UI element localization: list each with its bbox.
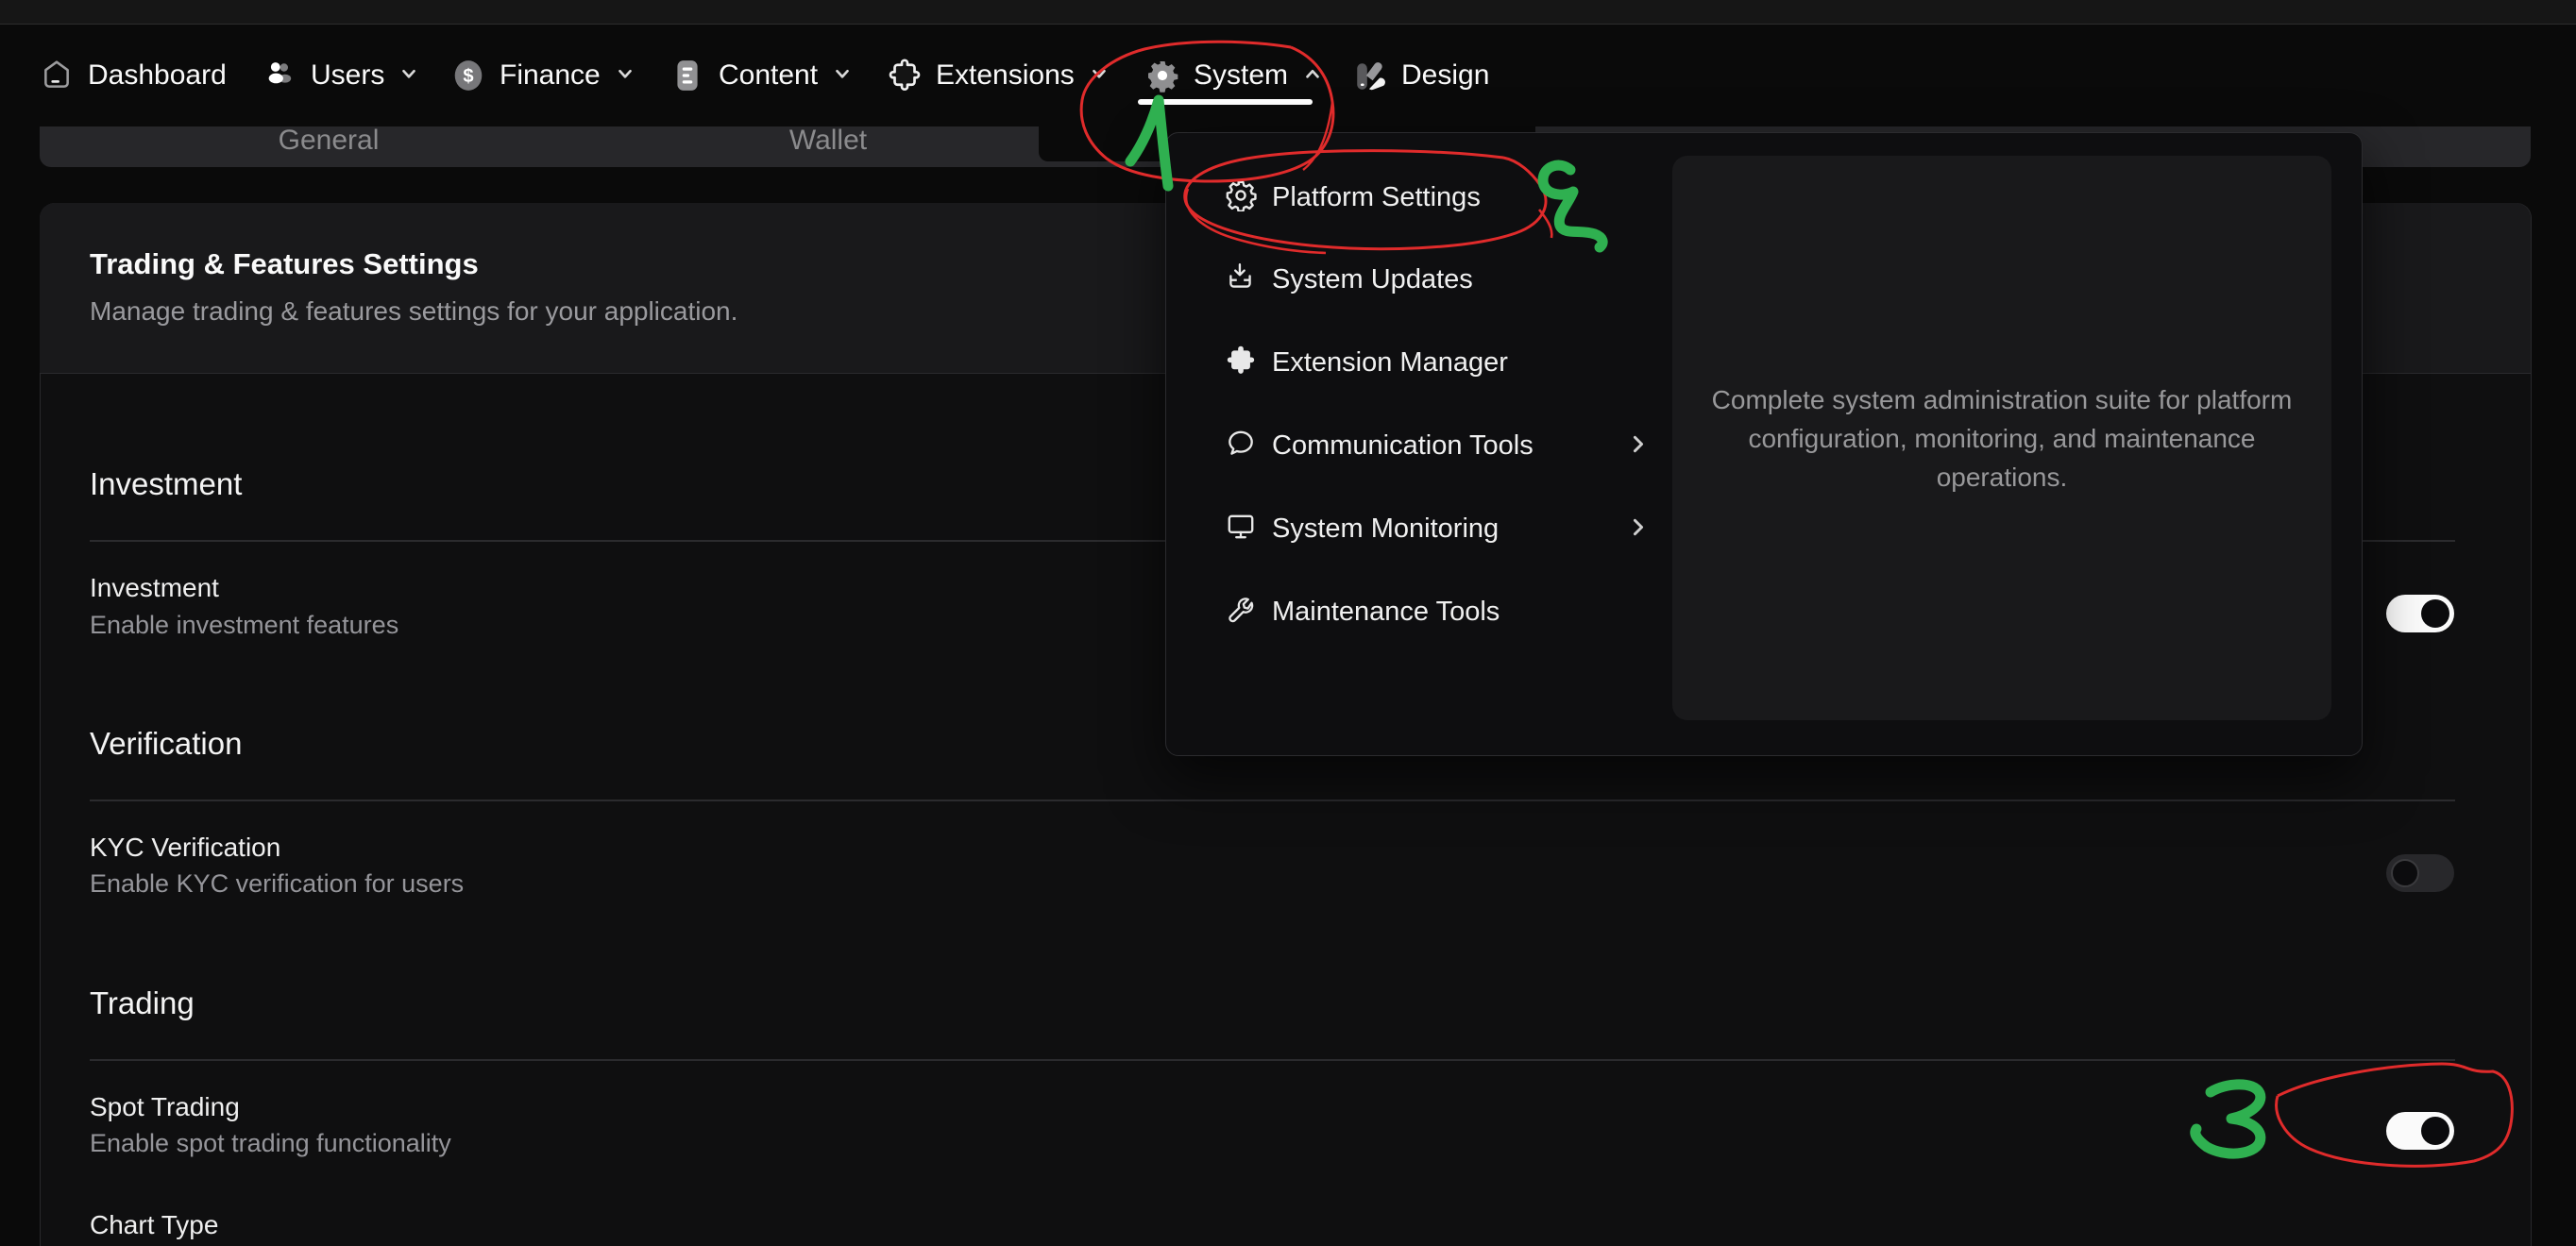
finance-icon: $: [451, 59, 485, 93]
window-top-strip: [0, 0, 2576, 25]
divider: [90, 1059, 2455, 1061]
svg-text:$: $: [463, 66, 473, 87]
section-heading-investment: Investment: [90, 466, 242, 502]
nav-item-users[interactable]: Users: [263, 45, 419, 106]
page-title: Trading & Features Settings: [90, 247, 479, 281]
main-nav-bar: Dashboard Users $ Finance Content: [0, 25, 2576, 126]
menu-item-platform-settings[interactable]: Platform Settings: [1166, 163, 1672, 232]
content-icon: [670, 59, 704, 93]
investment-row-label: Investment: [90, 573, 219, 603]
investment-row-description: Enable investment features: [90, 611, 398, 640]
download-tray-icon: [1225, 261, 1257, 298]
spot-trading-row-label: Spot Trading: [90, 1092, 240, 1122]
spot-trading-toggle[interactable]: [2386, 1112, 2454, 1150]
menu-item-label: Extension Manager: [1272, 347, 1508, 379]
toggle-knob: [2391, 859, 2419, 887]
nav-item-finance[interactable]: $ Finance: [451, 45, 636, 106]
nav-label: Content: [719, 59, 818, 92]
nav-item-system[interactable]: System: [1145, 45, 1323, 106]
nav-label: Extensions: [936, 59, 1075, 92]
chevron-down-icon: [832, 63, 853, 89]
nav-label: System: [1194, 59, 1288, 92]
chevron-up-icon: [1302, 63, 1323, 89]
spot-trading-row-description: Enable spot trading functionality: [90, 1129, 451, 1158]
section-heading-trading: Trading: [90, 985, 195, 1021]
nav-label: Design: [1401, 59, 1489, 92]
menu-item-label: Maintenance Tools: [1272, 597, 1500, 628]
page-subtitle: Manage trading & features settings for y…: [90, 296, 737, 327]
system-dropdown-menu: Platform Settings System Updates Extensi…: [1165, 132, 2363, 756]
menu-item-label: System Monitoring: [1272, 514, 1499, 545]
tab-general[interactable]: General: [279, 125, 380, 157]
nav-item-dashboard[interactable]: Dashboard: [40, 45, 227, 106]
menu-description-panel: Complete system administration suite for…: [1672, 156, 2331, 720]
wrench-icon: [1225, 594, 1257, 631]
home-icon: [40, 59, 74, 93]
system-gear-icon: [1145, 59, 1179, 93]
extensions-icon: [888, 59, 922, 93]
menu-item-label: Communication Tools: [1272, 430, 1534, 462]
kyc-row-label: KYC Verification: [90, 833, 280, 863]
menu-item-system-monitoring[interactable]: System Monitoring: [1166, 495, 1672, 564]
toggle-knob: [2421, 599, 2449, 628]
design-icon: [1353, 59, 1387, 93]
active-nav-underline: [1138, 99, 1313, 105]
nav-label: Dashboard: [88, 59, 227, 92]
nav-label: Finance: [500, 59, 601, 92]
chart-type-row-label: Chart Type: [90, 1210, 218, 1240]
users-icon: [263, 59, 297, 93]
chevron-down-icon: [615, 63, 636, 89]
menu-item-label: Platform Settings: [1272, 182, 1481, 213]
menu-item-maintenance-tools[interactable]: Maintenance Tools: [1166, 578, 1672, 647]
nav-item-extensions[interactable]: Extensions: [888, 45, 1110, 106]
menu-item-system-updates[interactable]: System Updates: [1166, 245, 1672, 314]
chevron-down-icon: [398, 63, 419, 89]
nav-item-design[interactable]: Design: [1353, 45, 1489, 106]
menu-item-extension-manager[interactable]: Extension Manager: [1166, 328, 1672, 397]
chevron-right-icon: [1627, 432, 1650, 460]
chevron-right-icon: [1627, 515, 1650, 543]
chat-bubble-icon: [1225, 428, 1257, 464]
kyc-toggle[interactable]: [2386, 854, 2454, 892]
divider: [90, 800, 2455, 801]
menu-item-communication-tools[interactable]: Communication Tools: [1166, 412, 1672, 480]
menu-description-text: Complete system administration suite for…: [1705, 380, 2298, 497]
admin-settings-screen: General Wallet Trading & Features Settin…: [0, 0, 2576, 1246]
puzzle-icon: [1225, 345, 1257, 381]
section-heading-verification: Verification: [90, 726, 242, 762]
toggle-knob: [2421, 1117, 2449, 1145]
gear-outline-icon: [1225, 179, 1257, 216]
nav-label: Users: [311, 59, 384, 92]
tab-wallet[interactable]: Wallet: [789, 125, 867, 157]
kyc-row-description: Enable KYC verification for users: [90, 869, 464, 899]
investment-toggle[interactable]: [2386, 595, 2454, 632]
monitor-icon: [1225, 511, 1257, 547]
menu-item-label: System Updates: [1272, 264, 1473, 295]
chevron-down-icon: [1089, 63, 1110, 89]
nav-item-content[interactable]: Content: [670, 45, 853, 106]
